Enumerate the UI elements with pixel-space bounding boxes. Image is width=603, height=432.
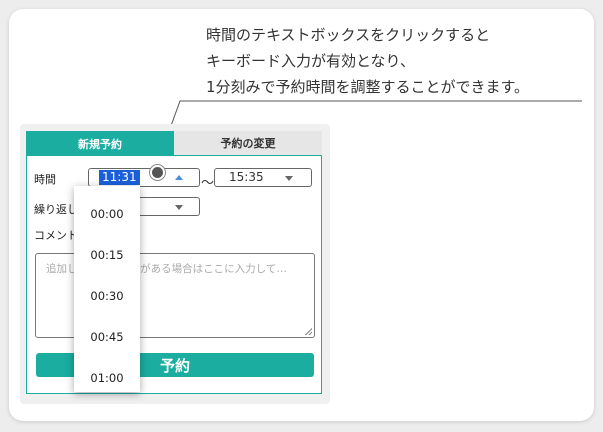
time-option[interactable]: 00:30 — [74, 289, 140, 303]
tab-change-booking[interactable]: 予約の変更 — [174, 131, 322, 156]
time-dropdown-list[interactable]: 00:00 00:15 00:30 00:45 01:00 — [74, 186, 140, 392]
chevron-up-icon[interactable] — [175, 175, 183, 180]
end-time-input[interactable]: 15:35 — [214, 168, 312, 187]
time-label: 時間 — [34, 173, 56, 186]
tab-new-booking[interactable]: 新規予約 — [26, 131, 174, 156]
callout-line-3: 1分刻みで予約時間を調整することができます。 — [206, 78, 530, 96]
end-time-value: 15:35 — [229, 170, 264, 184]
callout-text: 時間のテキストボックスをクリックすると キーボード入力が有効となり、 1分刻みで… — [206, 22, 529, 100]
callout-marker-dot — [150, 165, 165, 180]
chevron-down-icon[interactable] — [285, 176, 293, 181]
repeat-label: 繰り返し — [34, 203, 78, 216]
callout-line-1: 時間のテキストボックスをクリックすると — [206, 26, 491, 44]
comment-label: コメント — [34, 229, 78, 242]
start-time-value: 11:31 — [99, 170, 140, 185]
time-option[interactable]: 01:00 — [74, 371, 140, 385]
start-time-input[interactable]: 11:31 — [88, 168, 200, 187]
time-separator: ～ — [201, 176, 215, 191]
time-option[interactable]: 00:15 — [74, 248, 140, 262]
chevron-down-icon[interactable] — [175, 205, 183, 210]
time-option[interactable]: 00:00 — [74, 207, 140, 221]
time-option[interactable]: 00:45 — [74, 330, 140, 344]
callout-line-2: キーボード入力が有効となり、 — [206, 52, 415, 70]
resize-handle-icon[interactable] — [305, 328, 312, 335]
